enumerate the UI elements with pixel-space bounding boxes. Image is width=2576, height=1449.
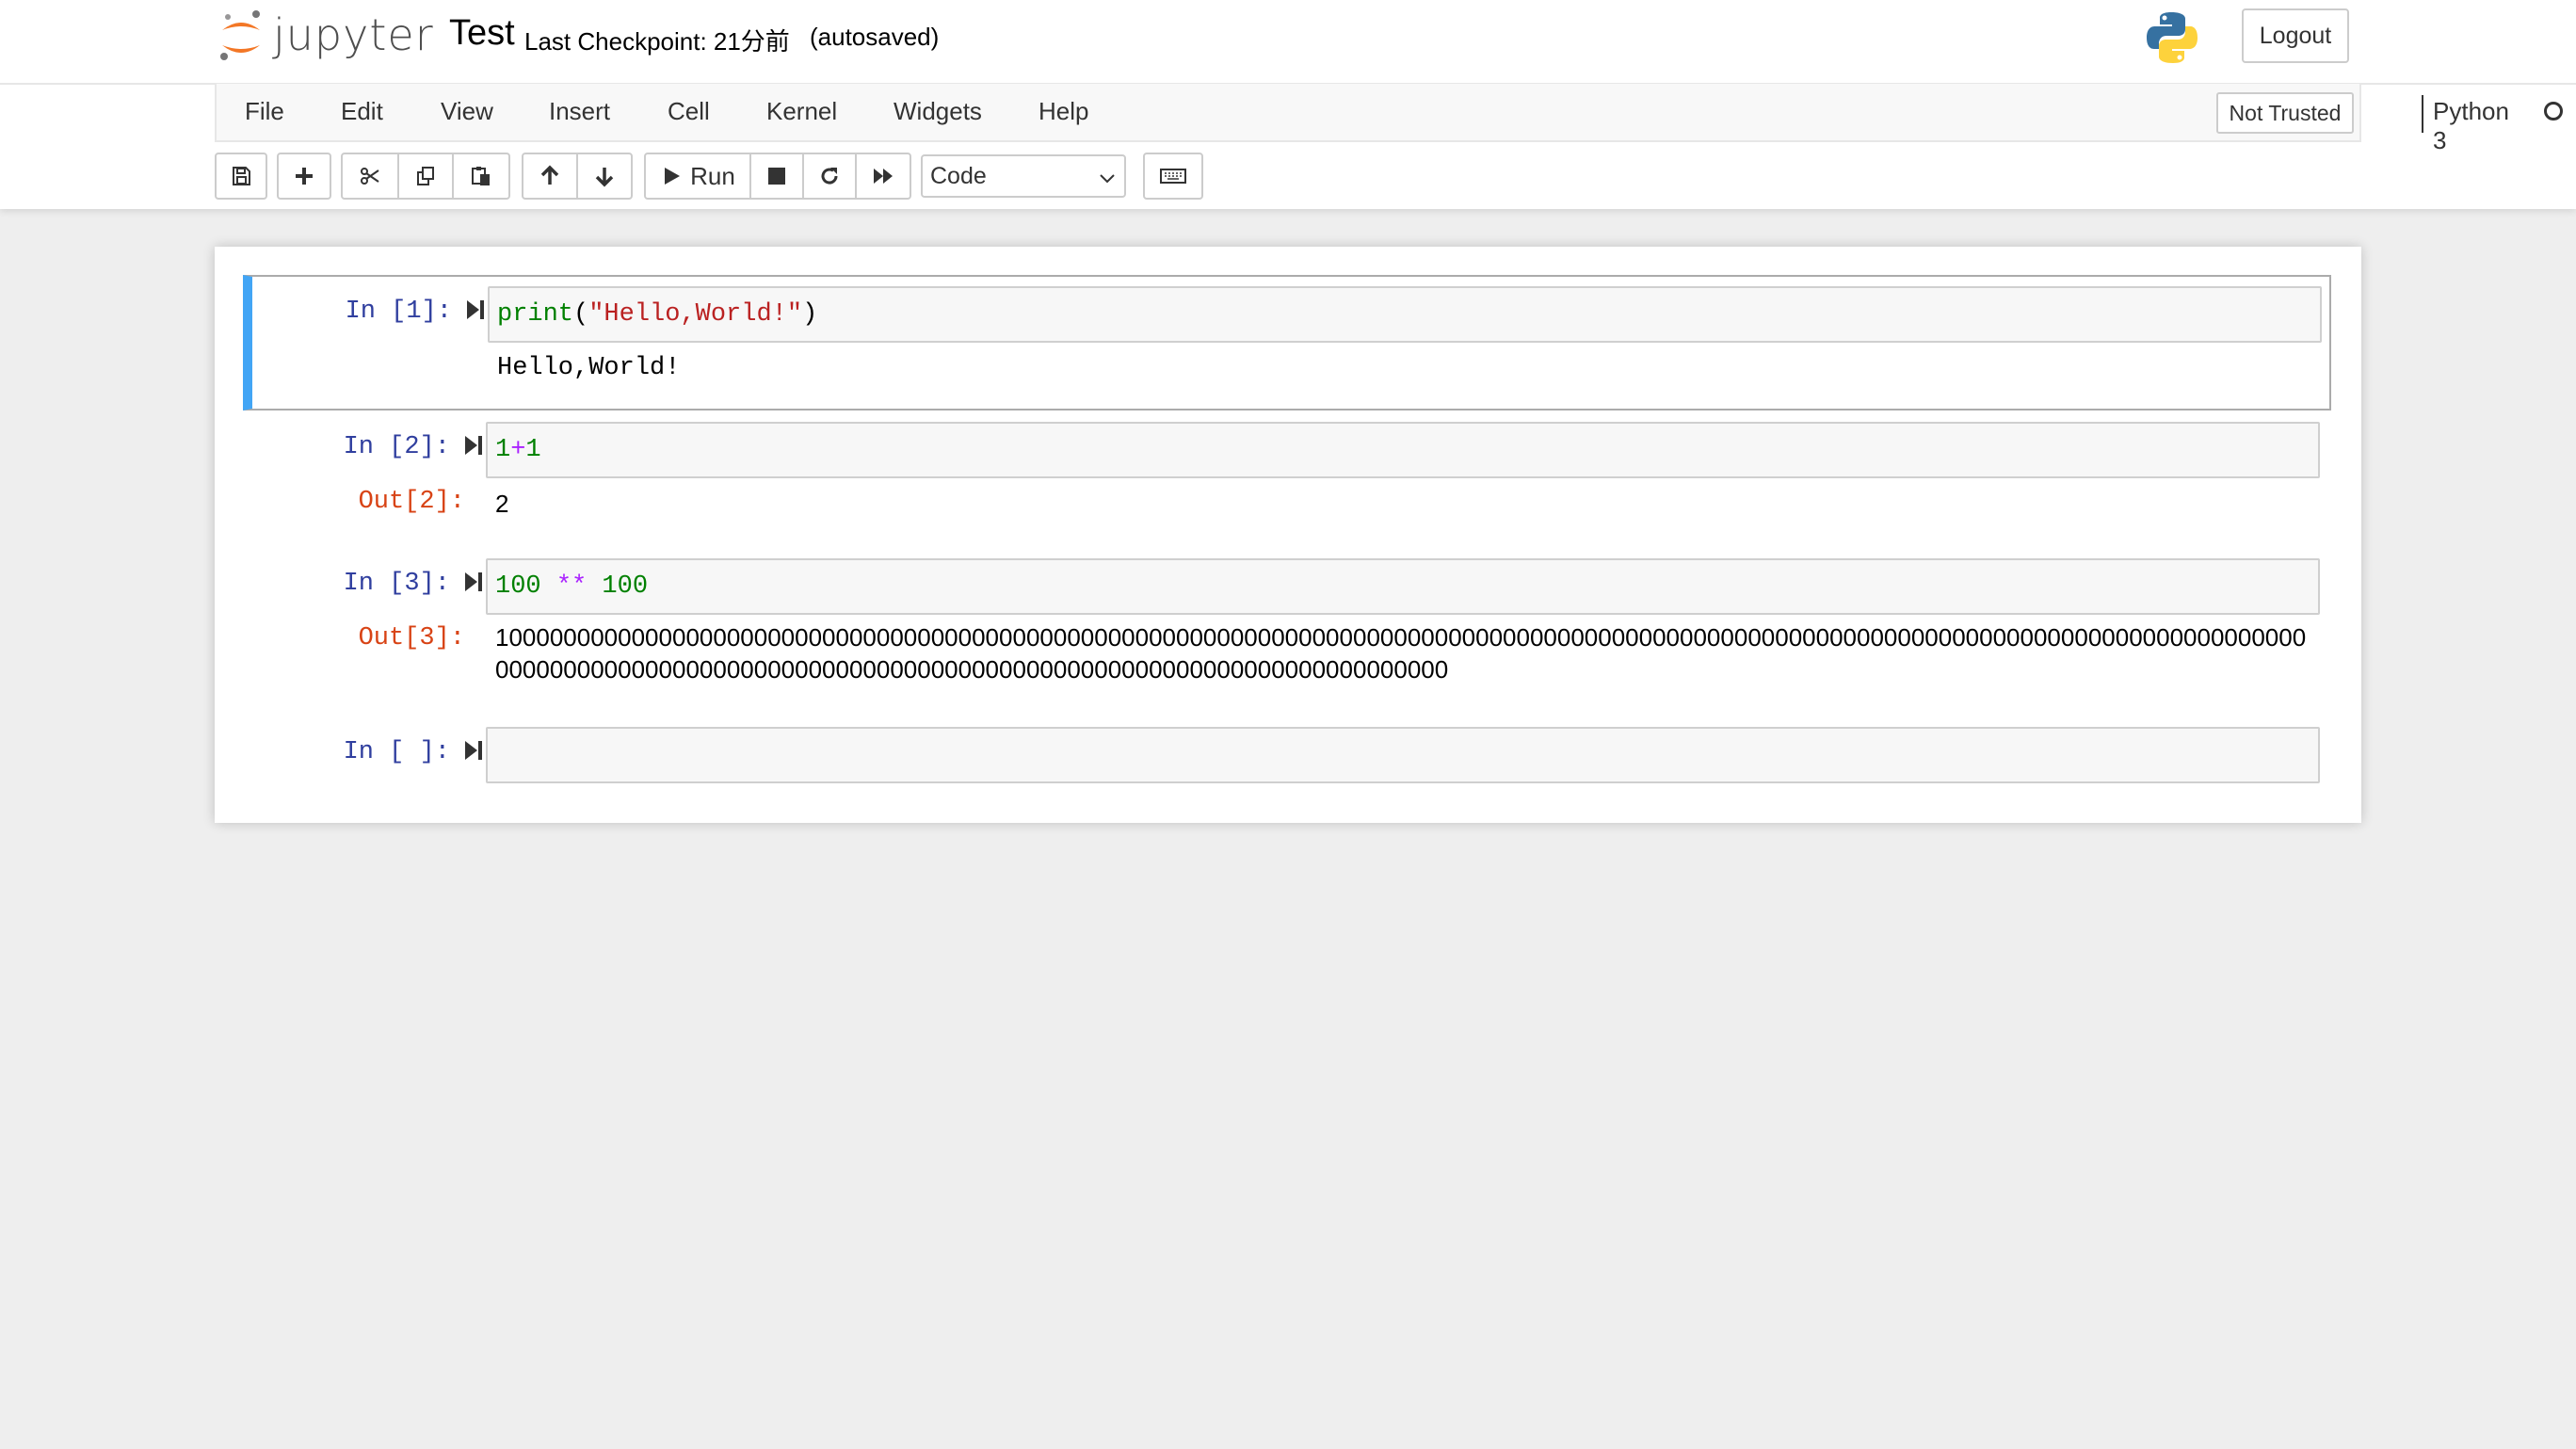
code-token-number: 1 xyxy=(495,436,511,464)
in-prompt: In [1]: xyxy=(345,298,452,326)
menu-insert[interactable]: Insert xyxy=(549,97,610,126)
code-input[interactable]: 100 ** 100 xyxy=(486,558,2320,615)
menubar: File Edit View Insert Cell Kernel Widget… xyxy=(215,84,2563,154)
save-icon xyxy=(233,167,250,185)
interrupt-kernel-button[interactable] xyxy=(749,153,804,200)
code-token-number: 1 xyxy=(525,436,541,464)
code-token-number: 100 xyxy=(495,572,541,601)
arrow-down-icon xyxy=(595,168,614,187)
chevron-down-icon xyxy=(1100,174,1115,184)
menu-help[interactable]: Help xyxy=(1038,97,1088,126)
code-token-operator: + xyxy=(510,436,526,464)
in-prompt: In [2]: xyxy=(343,433,450,461)
logo-text: jupyter xyxy=(273,9,434,60)
kernel-idle-indicator-icon xyxy=(2544,102,2563,121)
fast-forward-icon xyxy=(874,169,893,184)
menu-file[interactable]: File xyxy=(245,97,284,126)
in-prompt: In [ ]: xyxy=(343,738,450,766)
plus-icon xyxy=(296,168,313,185)
copy-icon xyxy=(417,167,434,185)
cell-output: 1000000000000000000000000000000000000000… xyxy=(495,623,2307,684)
play-icon xyxy=(665,168,681,185)
checkpoint-status: Last Checkpoint: 21分前 xyxy=(524,27,790,56)
arrow-up-icon xyxy=(540,165,559,185)
run-cell-icon[interactable] xyxy=(463,434,484,457)
move-up-button[interactable] xyxy=(522,153,578,200)
stop-icon xyxy=(768,168,785,185)
out-prompt: Out[2]: xyxy=(358,488,465,516)
code-cell[interactable]: In [ ]: xyxy=(243,727,2331,793)
code-token-number: 100 xyxy=(602,572,649,601)
python-logo-icon xyxy=(2147,12,2198,63)
kernel-name[interactable]: Python 3 xyxy=(2433,97,2509,155)
keyboard-icon xyxy=(1160,169,1186,184)
code-token-paren: ) xyxy=(802,300,818,329)
code-input[interactable]: print("Hello,World!") xyxy=(488,286,2322,343)
paste-button[interactable] xyxy=(452,153,510,200)
cut-button[interactable] xyxy=(341,153,399,200)
cell-output: 2 xyxy=(495,490,509,518)
cell-type-value: Code xyxy=(930,162,987,189)
code-token-paren: ( xyxy=(573,300,589,329)
code-input[interactable] xyxy=(486,727,2320,783)
menu-edit[interactable]: Edit xyxy=(341,97,383,126)
save-button[interactable] xyxy=(215,153,267,200)
notebook-name[interactable]: Test xyxy=(449,13,515,54)
cell-type-select[interactable]: Code xyxy=(921,154,1126,198)
run-label: Run xyxy=(690,161,735,190)
header-top: jupyter Test Last Checkpoint: 21分前 (auto… xyxy=(0,0,2576,85)
move-down-button[interactable] xyxy=(576,153,633,200)
menu-cell[interactable]: Cell xyxy=(668,97,710,126)
logout-button[interactable]: Logout xyxy=(2242,8,2349,63)
in-prompt: In [3]: xyxy=(343,570,450,598)
edit-group xyxy=(341,153,510,200)
cell-output: Hello,World! xyxy=(497,354,681,382)
code-cell[interactable]: In [2]: 1+1 Out[2]: 2 xyxy=(243,422,2331,540)
menu-view[interactable]: View xyxy=(441,97,493,126)
code-input[interactable]: 1+1 xyxy=(486,422,2320,478)
kernel-divider xyxy=(2422,95,2423,133)
command-palette-group xyxy=(1143,153,1203,200)
insert-group xyxy=(277,153,331,200)
restart-run-all-button[interactable] xyxy=(855,153,911,200)
scissors-icon xyxy=(361,168,379,185)
code-token-function: print xyxy=(497,300,574,329)
out-prompt: Out[3]: xyxy=(358,624,465,652)
run-group: Run xyxy=(644,153,911,200)
restart-icon xyxy=(821,168,838,185)
menu-kernel[interactable]: Kernel xyxy=(766,97,837,126)
notebook-container: In [1]: print("Hello,World!") Hello,Worl… xyxy=(215,247,2361,823)
insert-cell-below-button[interactable] xyxy=(277,153,331,200)
restart-kernel-button[interactable] xyxy=(802,153,857,200)
code-token-operator: ** xyxy=(555,572,588,601)
header: jupyter Test Last Checkpoint: 21分前 (auto… xyxy=(0,0,2576,209)
run-cell-icon[interactable] xyxy=(465,298,486,321)
run-button[interactable]: Run xyxy=(644,153,751,200)
jupyter-logo[interactable]: jupyter xyxy=(218,8,433,64)
code-cell[interactable]: In [1]: print("Hello,World!") Hello,Worl… xyxy=(243,275,2331,411)
code-cell[interactable]: In [3]: 100 ** 100 Out[3]: 1000000000000… xyxy=(243,558,2331,709)
code-token-string: "Hello,World!" xyxy=(588,300,803,329)
trusted-status-button[interactable]: Not Trusted xyxy=(2216,92,2354,134)
autosave-status: (autosaved) xyxy=(810,23,940,51)
menu-widgets[interactable]: Widgets xyxy=(894,97,982,126)
paste-icon xyxy=(472,167,490,185)
save-group xyxy=(215,153,267,200)
command-palette-button[interactable] xyxy=(1143,153,1203,200)
copy-button[interactable] xyxy=(397,153,454,200)
run-cell-icon[interactable] xyxy=(463,571,484,593)
move-group xyxy=(522,153,633,200)
run-cell-icon[interactable] xyxy=(463,739,484,762)
jupyter-logo-icon xyxy=(220,10,260,60)
